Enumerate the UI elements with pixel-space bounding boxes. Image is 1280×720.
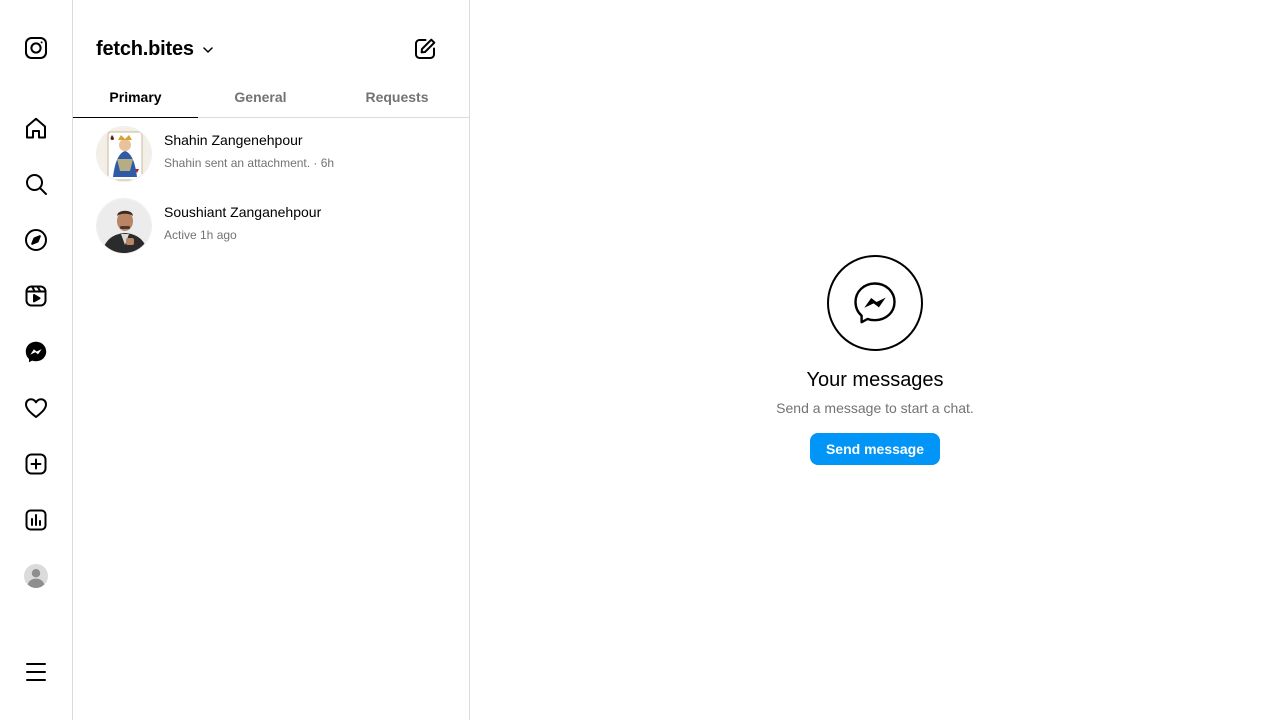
avatar: [96, 126, 152, 182]
menu-icon[interactable]: [12, 648, 60, 696]
thread-name: Soushiant Zanganehpour: [164, 204, 322, 220]
explore-compass-icon[interactable]: [12, 216, 60, 264]
thread-preview: Shahin sent an attachment. · 6h: [164, 156, 335, 170]
sidebar-nav: [0, 0, 73, 720]
search-icon[interactable]: [12, 160, 60, 208]
inbox-tabs: Primary General Requests: [73, 76, 469, 118]
tab-requests[interactable]: Requests: [329, 76, 465, 118]
compose-icon: [415, 38, 436, 59]
thread-list-item[interactable]: Shahin Zangenehpour Shahin sent an attac…: [73, 118, 469, 190]
empty-state-title: Your messages: [806, 369, 944, 391]
messenger-icon[interactable]: [12, 328, 60, 376]
empty-state-subtitle: Send a message to start a chat.: [776, 400, 974, 416]
messenger-outline-icon: [827, 255, 923, 351]
inbox-panel: fetch.bites Primary General Requests Sha…: [73, 0, 470, 720]
thread-list-item[interactable]: Soushiant Zanganehpour Active 1h ago: [73, 190, 469, 262]
chevron-down-icon: [203, 46, 213, 53]
new-message-button[interactable]: [411, 35, 439, 63]
insights-chart-icon[interactable]: [12, 496, 60, 544]
thread-status: Active 1h ago: [164, 228, 237, 242]
send-message-button[interactable]: Send message: [810, 433, 940, 465]
create-plus-icon[interactable]: [12, 440, 60, 488]
heart-icon[interactable]: [12, 384, 60, 432]
conversation-empty-state: Your messages Send a message to start a …: [470, 0, 1280, 720]
reels-icon[interactable]: [12, 272, 60, 320]
tab-general[interactable]: General: [198, 76, 323, 118]
tab-primary[interactable]: Primary: [73, 76, 198, 118]
instagram-logo-icon[interactable]: [12, 24, 60, 72]
avatar: [96, 198, 152, 254]
home-icon[interactable]: [12, 104, 60, 152]
thread-name: Shahin Zangenehpour: [164, 132, 303, 148]
instagram-direct-app: fetch.bites Primary General Requests Sha…: [0, 0, 1280, 720]
profile-avatar-icon[interactable]: [12, 552, 60, 600]
account-switcher[interactable]: fetch.bites: [96, 38, 214, 61]
account-name: fetch.bites: [96, 38, 194, 60]
